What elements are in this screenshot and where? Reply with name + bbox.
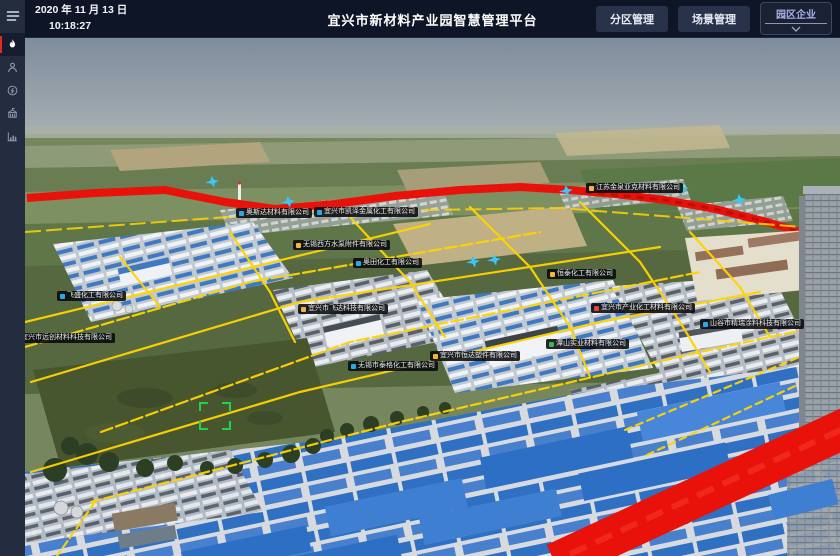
map-3d-viewport[interactable]: 飞盛化工有限公司宜兴市远创材料科技有限公司 奥斯达材料有限公司 宜兴市凯泽金属化工有… xyxy=(25,38,840,556)
building-icon xyxy=(6,107,19,120)
company-label-text: 山谷市精瑞涂料科技有限公司 xyxy=(710,319,801,329)
vehicle-marker-icon[interactable] xyxy=(486,253,502,267)
company-label-text: 宜兴市飞达科技有限公司 xyxy=(308,304,385,314)
company-label-text: 无锡市泰格化工有限公司 xyxy=(358,361,435,371)
flame-icon xyxy=(6,38,19,51)
sidebar-item-personnel[interactable] xyxy=(0,56,25,79)
company-label[interactable]: 宜兴市恒达塑件有限公司 xyxy=(430,351,520,361)
company-label-text: 宜兴市远创材料科技有限公司 xyxy=(25,333,112,343)
chevron-down-icon xyxy=(791,26,801,32)
scene-management-button[interactable]: 场景管理 xyxy=(678,6,750,32)
company-label[interactable]: 飞盛化工有限公司 xyxy=(57,291,126,301)
factory-marker-icon xyxy=(550,272,555,277)
factory-marker-icon xyxy=(594,306,599,311)
sidebar-item-menu[interactable] xyxy=(0,5,25,27)
company-label[interactable]: 奥斯达材料有限公司 xyxy=(236,208,312,218)
company-label-text: 宜兴市凯泽金属化工有限公司 xyxy=(324,207,415,217)
factory-marker-icon xyxy=(301,307,306,312)
vehicle-marker-icon[interactable] xyxy=(558,184,574,198)
datetime-block: 2020 年 11 月 13 日 10:18:27 xyxy=(35,3,127,35)
company-label[interactable]: 宜兴市远创材料科技有限公司 xyxy=(25,333,115,343)
factory-marker-icon xyxy=(351,364,356,369)
vehicle-marker-icon[interactable] xyxy=(280,195,296,209)
hamburger-icon xyxy=(6,10,20,22)
zone-management-button[interactable]: 分区管理 xyxy=(596,6,668,32)
company-label[interactable]: 宜兴市产业化工材料有限公司 xyxy=(591,303,695,313)
company-label[interactable]: 潭山实业材料有限公司 xyxy=(546,339,629,349)
company-label-text: 奥斯达材料有限公司 xyxy=(246,208,309,218)
company-label-text: 飞盛化工有限公司 xyxy=(67,291,123,301)
bar-chart-icon xyxy=(6,130,19,143)
header-actions: 分区管理 场景管理 园区企业 xyxy=(596,2,840,35)
vehicle-markers-layer xyxy=(25,38,840,556)
left-toolbar xyxy=(0,0,25,556)
company-label-text: 无锡西方水泵附件有限公司 xyxy=(303,240,387,250)
factory-marker-icon xyxy=(356,261,361,266)
company-label[interactable]: 江苏金泉亚克材料有限公司 xyxy=(586,183,683,193)
date-text: 2020 年 11 月 13 日 xyxy=(35,3,127,19)
sidebar-item-statistics[interactable] xyxy=(0,125,25,148)
factory-marker-icon xyxy=(589,186,594,191)
selection-box xyxy=(199,402,231,430)
company-label[interactable]: 奥田化工有限公司 xyxy=(353,258,422,268)
park-enterprise-dropdown[interactable]: 园区企业 xyxy=(760,2,832,35)
factory-marker-icon xyxy=(317,210,322,215)
company-label-text: 潭山实业材料有限公司 xyxy=(556,339,626,349)
company-label[interactable]: 无锡西方水泵附件有限公司 xyxy=(293,240,390,250)
time-text: 10:18:27 xyxy=(49,19,127,35)
company-label-text: 江苏金泉亚克材料有限公司 xyxy=(596,183,680,193)
company-label-text: 奥田化工有限公司 xyxy=(363,258,419,268)
company-label-text: 宜兴市产业化工材料有限公司 xyxy=(601,303,692,313)
company-label-text: 宜兴市恒达塑件有限公司 xyxy=(440,351,517,361)
sidebar-item-energy[interactable] xyxy=(0,79,25,102)
company-label[interactable]: 宜兴市飞达科技有限公司 xyxy=(298,304,388,314)
top-bar: 2020 年 11 月 13 日 10:18:27 宜兴市新材料产业园智慧管理平… xyxy=(25,0,840,38)
user-icon xyxy=(6,61,19,74)
company-label[interactable]: 宜兴市凯泽金属化工有限公司 xyxy=(314,207,418,217)
factory-marker-icon xyxy=(549,342,554,347)
vehicle-marker-icon[interactable] xyxy=(204,175,220,189)
dropdown-label: 园区企业 xyxy=(765,6,827,24)
smart-park-platform-window: 2020 年 11 月 13 日 10:18:27 宜兴市新材料产业园智慧管理平… xyxy=(0,0,840,556)
company-label[interactable]: 无锡市泰格化工有限公司 xyxy=(348,361,438,371)
factory-marker-icon xyxy=(239,211,244,216)
power-icon xyxy=(6,84,19,97)
vehicle-marker-icon[interactable] xyxy=(731,193,747,207)
factory-marker-icon xyxy=(296,243,301,248)
factory-marker-icon xyxy=(60,294,65,299)
company-label[interactable]: 山谷市精瑞涂料科技有限公司 xyxy=(700,319,804,329)
company-label[interactable]: 恒泰化工有限公司 xyxy=(547,269,616,279)
sidebar-item-fire-monitor[interactable] xyxy=(0,33,25,56)
page-title: 宜兴市新材料产业园智慧管理平台 xyxy=(327,0,537,38)
company-label-text: 恒泰化工有限公司 xyxy=(557,269,613,279)
sidebar-item-enterprise[interactable] xyxy=(0,102,25,125)
factory-marker-icon xyxy=(433,354,438,359)
factory-marker-icon xyxy=(703,322,708,327)
vehicle-marker-icon[interactable] xyxy=(465,255,481,269)
